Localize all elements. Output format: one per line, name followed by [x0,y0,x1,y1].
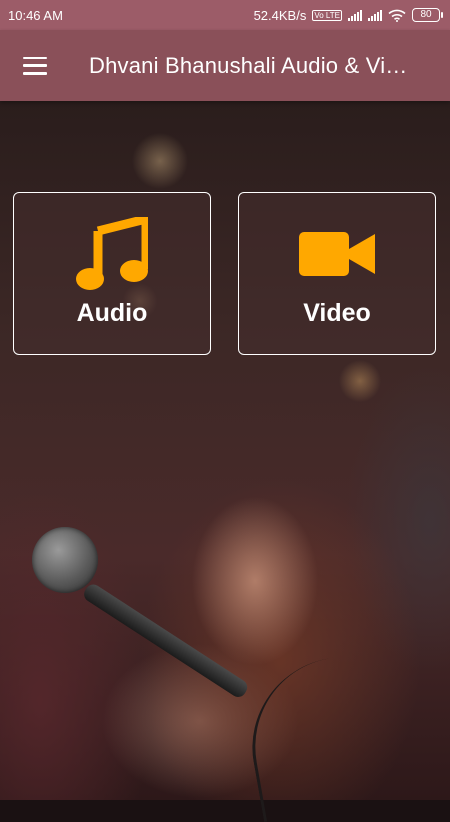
wifi-icon [388,9,406,22]
audio-label: Audio [76,299,148,327]
volte-icon: Vo LTE [312,9,342,21]
signal-icon [348,9,362,21]
hamburger-menu-icon[interactable] [23,56,47,75]
video-label: Video [303,299,371,327]
video-camera-icon [299,217,375,291]
status-icons: 52.4KB/s Vo LTE 80 [253,7,443,23]
network-speed: 52.4KB/s [253,7,307,23]
music-note-icon [76,217,148,291]
microphone-head-image [32,527,98,593]
audio-button[interactable]: Audio [13,192,211,355]
video-button[interactable]: Video [238,192,436,355]
status-bar: 10:46 AM 52.4KB/s Vo LTE 80 [0,0,450,30]
signal-icon-secondary [368,9,382,21]
status-time: 10:46 AM [8,7,63,23]
app-title: Dhvani Bhanushali Audio & Vi… [89,52,408,78]
app-bar: Dhvani Bhanushali Audio & Vi… [0,30,450,101]
battery-icon: 80 [412,8,443,22]
